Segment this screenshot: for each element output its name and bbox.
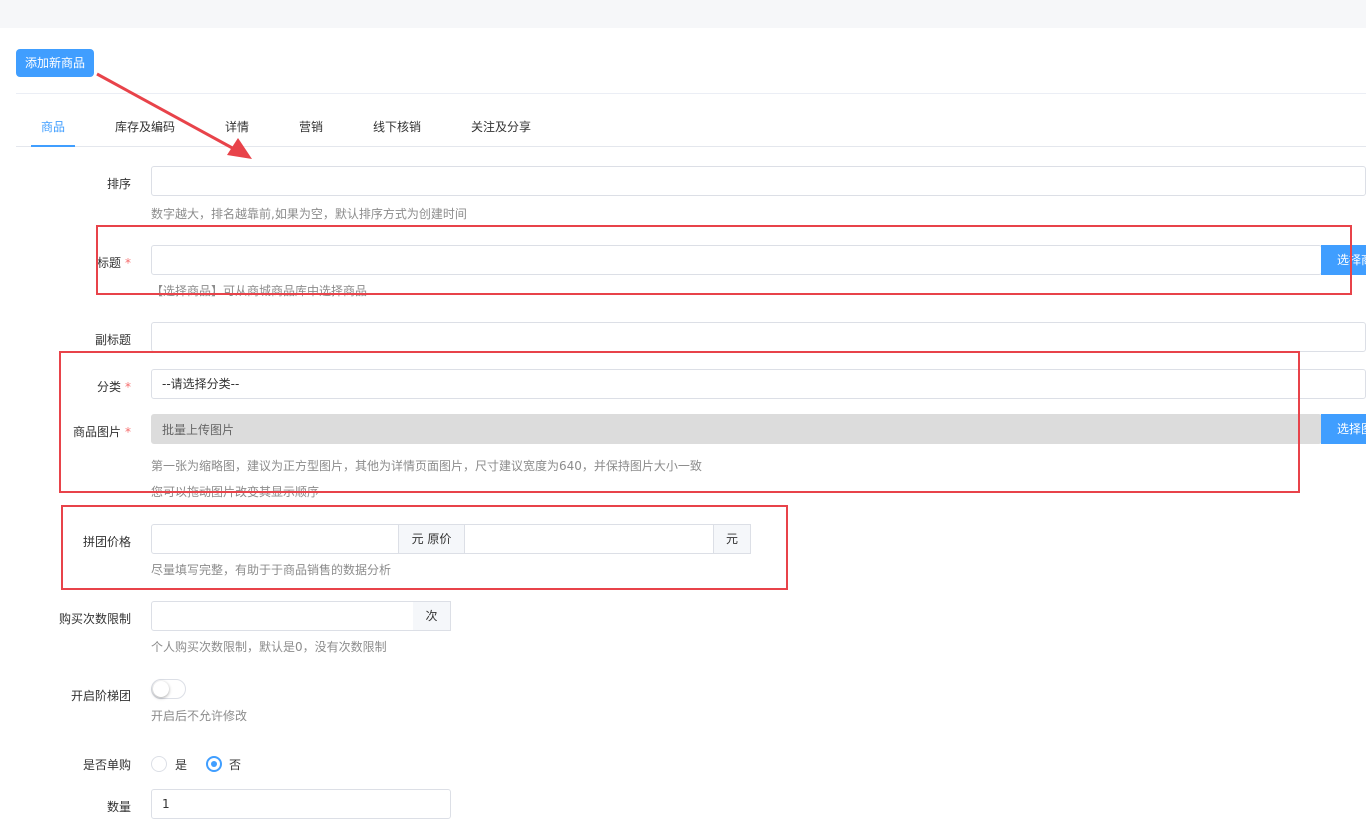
select-image-button[interactable]: 选择图片 (1321, 414, 1366, 444)
original-price-input[interactable] (465, 524, 714, 554)
category-required-mark: * (125, 380, 131, 394)
title-label-text: 标题 (96, 256, 121, 270)
select-product-button[interactable]: 选择商品 (1321, 245, 1366, 275)
single-no-radio[interactable] (206, 756, 222, 772)
title-help: 【选择商品】可从商城商品库中选择商品 (151, 284, 368, 298)
subtitle-input[interactable] (151, 322, 1366, 352)
single-yes-radio[interactable] (151, 756, 167, 772)
batch-upload-field: 批量上传图片 (151, 414, 1322, 444)
category-select[interactable]: --请选择分类-- (151, 369, 1366, 399)
tab-product[interactable]: 商品 (31, 112, 76, 147)
category-label: 分类 * (0, 378, 131, 395)
switch-knob (153, 681, 169, 697)
purchase-limit-input[interactable] (151, 601, 414, 631)
tab-follow-share[interactable]: 关注及分享 (471, 112, 531, 145)
images-required-mark: * (125, 425, 131, 439)
purchase-limit-help: 个人购买次数限制，默认是0，没有次数限制 (151, 640, 387, 654)
tab-marketing[interactable]: 营销 (299, 112, 323, 145)
add-new-product-button[interactable]: 添加新商品 (16, 49, 95, 77)
single-no-label[interactable]: 否 (229, 756, 241, 773)
tab-bar: 商品 库存及编码 详情 营销 线下核销 关注及分享 (16, 112, 1366, 147)
ladder-group-switch[interactable] (151, 679, 186, 699)
single-yes-label[interactable]: 是 (175, 756, 187, 773)
ladder-group-help: 开启后不允许修改 (151, 709, 248, 723)
header-divider (16, 93, 1366, 94)
group-price-label: 拼团价格 (82, 535, 131, 549)
times-unit-addon: 次 (413, 601, 451, 631)
sort-help: 数字越大，排名越靠前,如果为空，默认排序方式为创建时间 (151, 207, 467, 221)
images-label-text: 商品图片 (72, 425, 121, 439)
purchase-limit-label: 购买次数限制 (58, 612, 131, 626)
original-price-addon: 元 原价 (399, 524, 465, 554)
category-label-text: 分类 (96, 380, 121, 394)
sort-label: 排序 (106, 177, 131, 191)
tab-details[interactable]: 详情 (225, 112, 249, 145)
title-required-mark: * (125, 256, 131, 270)
title-label: 标题 * (0, 254, 131, 271)
sort-input[interactable] (151, 166, 1366, 196)
top-bar (0, 0, 1366, 28)
quantity-label: 数量 (106, 800, 131, 814)
images-drag-help: 您可以拖动图片改变其显示顺序 (151, 485, 320, 499)
subtitle-label: 副标题 (94, 333, 131, 347)
yuan-unit-addon: 元 (714, 524, 751, 554)
images-help: 第一张为缩略图，建议为正方型图片，其他为详情页面图片，尺寸建议宽度为640，并保… (151, 459, 702, 473)
price-help: 尽量填写完整，有助于于商品销售的数据分析 (151, 563, 392, 577)
ladder-group-label: 开启阶梯团 (70, 689, 131, 703)
single-purchase-label: 是否单购 (82, 758, 131, 772)
quantity-input[interactable] (151, 789, 451, 819)
tab-stock-code[interactable]: 库存及编码 (115, 112, 175, 145)
group-price-input[interactable] (151, 524, 399, 554)
images-label: 商品图片 * (0, 423, 131, 440)
title-input[interactable] (151, 245, 1322, 275)
tab-offline-verify[interactable]: 线下核销 (373, 112, 421, 145)
